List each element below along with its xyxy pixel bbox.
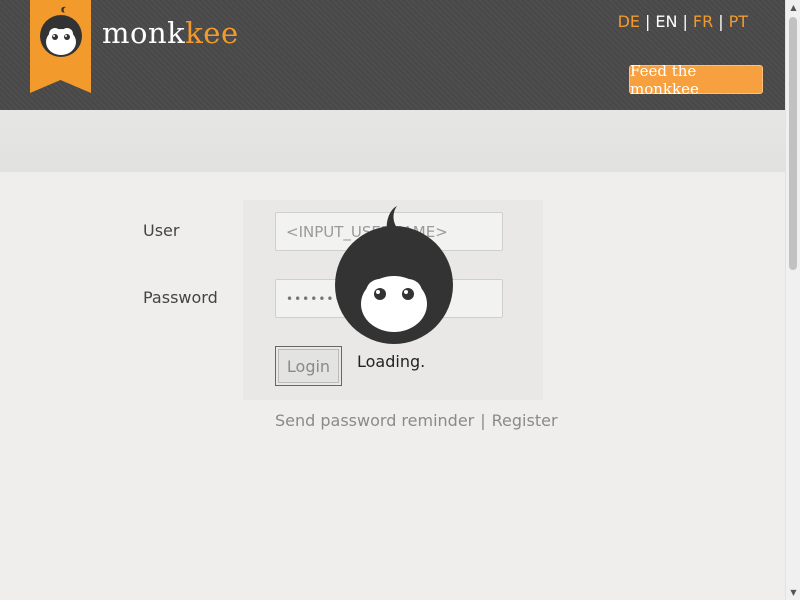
sub-header-band [0,110,785,172]
lang-separator: | [682,12,688,31]
triangle-up-icon[interactable]: ▲ [786,0,800,15]
logo-prefix: monk [102,16,186,50]
lang-fr-link[interactable]: FR [693,12,713,31]
password-label: Password [143,288,218,307]
monkey-face-icon [335,206,453,344]
send-password-reminder-link[interactable]: Send password reminder [275,411,474,430]
loading-text: Loading. [357,352,426,371]
user-label: User [143,221,180,240]
auth-links: Send password reminder | Register [275,411,558,430]
lang-separator: | [718,12,724,31]
lang-pt-link[interactable]: PT [729,12,748,31]
triangle-down-icon[interactable]: ▼ [786,585,800,600]
login-button[interactable]: Login [275,346,342,386]
links-separator: | [480,411,486,430]
lang-en-current: EN [655,12,678,31]
register-link[interactable]: Register [492,411,558,430]
login-button-label: Login [278,349,339,383]
monkey-face-icon [40,6,82,57]
scrollbar-thumb[interactable] [789,17,797,270]
vertical-scrollbar[interactable]: ▲ ▼ [785,0,800,600]
feed-the-monkkee-button[interactable]: Feed the monkkee [629,62,763,98]
site-header: monkkee DE | EN | FR | PT Feed the monkkee [0,0,785,110]
lang-separator: | [645,12,651,31]
logo-text[interactable]: monkkee [102,16,239,50]
language-switcher: DE | EN | FR | PT [618,12,748,31]
logo-ribbon[interactable] [30,0,91,93]
logo-suffix: kee [185,16,239,50]
lang-de-link[interactable]: DE [618,12,640,31]
